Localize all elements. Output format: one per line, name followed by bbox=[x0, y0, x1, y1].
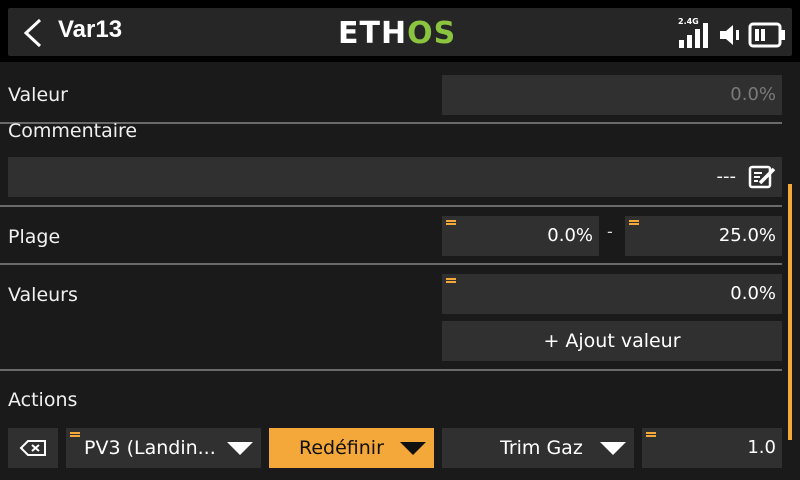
clear-icon bbox=[19, 440, 46, 456]
commentaire-field[interactable]: --- bbox=[8, 157, 782, 197]
scrollbar[interactable] bbox=[788, 184, 792, 440]
clear-action-button[interactable] bbox=[8, 428, 58, 468]
plage-max-value: 25.0% bbox=[718, 225, 776, 246]
plage-max-field[interactable]: 25.0% bbox=[625, 216, 782, 256]
action-target-value: Trim Gaz bbox=[500, 437, 583, 459]
page-title: Var13 bbox=[58, 16, 123, 43]
editable-marker-icon bbox=[646, 432, 656, 440]
plage-label: Plage bbox=[8, 226, 61, 248]
actions-label: Actions bbox=[8, 389, 78, 411]
valeurs-label: Valeurs bbox=[8, 284, 78, 306]
range-separator: - bbox=[607, 222, 613, 241]
action-mode-value: Redéfinir bbox=[299, 437, 384, 459]
action-source-value: PV3 (Landin... bbox=[84, 437, 216, 459]
edit-icon[interactable] bbox=[748, 163, 778, 191]
speaker-icon bbox=[720, 25, 739, 45]
chevron-down-icon bbox=[400, 442, 426, 455]
action-amount-value: 1.0 bbox=[747, 437, 776, 458]
valeurs-field[interactable]: 0.0% bbox=[442, 274, 782, 314]
commentaire-label: Commentaire bbox=[8, 120, 138, 142]
valeur-field[interactable]: 0.0% bbox=[442, 75, 782, 115]
action-amount-field[interactable]: 1.0 bbox=[642, 428, 782, 468]
status-area bbox=[679, 16, 786, 48]
action-source-dropdown[interactable]: PV3 (Landin... bbox=[66, 428, 261, 468]
back-button[interactable] bbox=[14, 14, 52, 52]
signal-icon bbox=[679, 22, 708, 48]
divider bbox=[0, 205, 782, 207]
plage-min-value: 0.0% bbox=[547, 225, 593, 246]
ethos-logo: ETHOS bbox=[338, 16, 457, 51]
battery-icon bbox=[748, 22, 785, 48]
logo-text-green: OS bbox=[407, 16, 457, 51]
editable-marker-icon bbox=[70, 432, 80, 437]
action-mode-dropdown[interactable]: Redéfinir bbox=[269, 428, 434, 468]
action-target-dropdown[interactable]: Trim Gaz bbox=[442, 428, 634, 468]
chevron-down-icon bbox=[600, 442, 626, 455]
commentaire-value: --- bbox=[716, 166, 737, 187]
divider bbox=[0, 369, 782, 371]
chevron-left-icon bbox=[23, 18, 42, 48]
add-value-button[interactable]: + Ajout valeur bbox=[442, 321, 782, 361]
valeurs-value: 0.0% bbox=[730, 283, 776, 304]
valeur-label: Valeur bbox=[8, 84, 68, 106]
chevron-down-icon bbox=[227, 442, 253, 455]
plage-min-field[interactable]: 0.0% bbox=[442, 216, 599, 256]
editable-marker-icon bbox=[446, 278, 456, 286]
divider bbox=[0, 263, 782, 265]
logo-text-white: ETH bbox=[338, 16, 408, 51]
editable-marker-icon bbox=[629, 220, 639, 228]
editable-marker-icon bbox=[446, 220, 456, 228]
